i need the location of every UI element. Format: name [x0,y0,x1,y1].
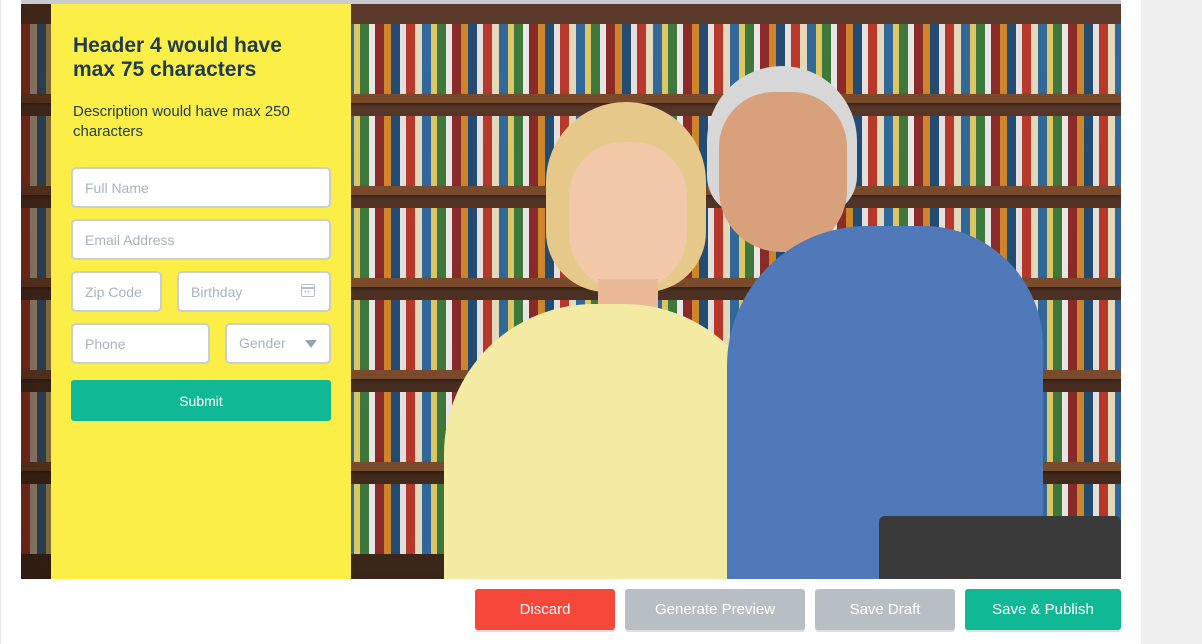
computer-monitor [879,516,1121,579]
discard-button[interactable]: Discard [475,589,615,630]
birthday-input[interactable] [191,273,291,310]
woman-face [569,142,687,292]
zip-code-input[interactable] [85,273,160,310]
full-name-input[interactable] [85,169,329,206]
landing-page-canvas: Header 4 would have max 75 characters De… [21,4,1121,579]
email-field[interactable] [71,219,331,260]
email-input[interactable] [85,221,329,258]
gender-selected-value: Gender [239,335,286,351]
form-description[interactable]: Description would have max 250 character… [73,102,323,142]
gender-select[interactable]: Gender [225,323,331,364]
page-left-edge [0,0,1,644]
man-face [719,92,847,252]
chevron-down-icon [305,340,317,348]
save-draft-button[interactable]: Save Draft [815,589,955,630]
woman-cardigan [444,304,774,579]
submit-button[interactable]: Submit [71,380,331,421]
calendar-icon[interactable] [301,284,315,297]
signup-form-panel: Header 4 would have max 75 characters De… [51,4,351,579]
zip-code-field[interactable] [71,271,162,312]
phone-field[interactable] [71,323,210,364]
birthday-field[interactable] [177,271,331,312]
form-header[interactable]: Header 4 would have max 75 characters [73,34,313,82]
right-gutter [1141,0,1202,644]
full-name-field[interactable] [71,167,331,208]
phone-input[interactable] [85,325,208,362]
generate-preview-button[interactable]: Generate Preview [625,589,805,630]
save-and-publish-button[interactable]: Save & Publish [965,589,1121,630]
